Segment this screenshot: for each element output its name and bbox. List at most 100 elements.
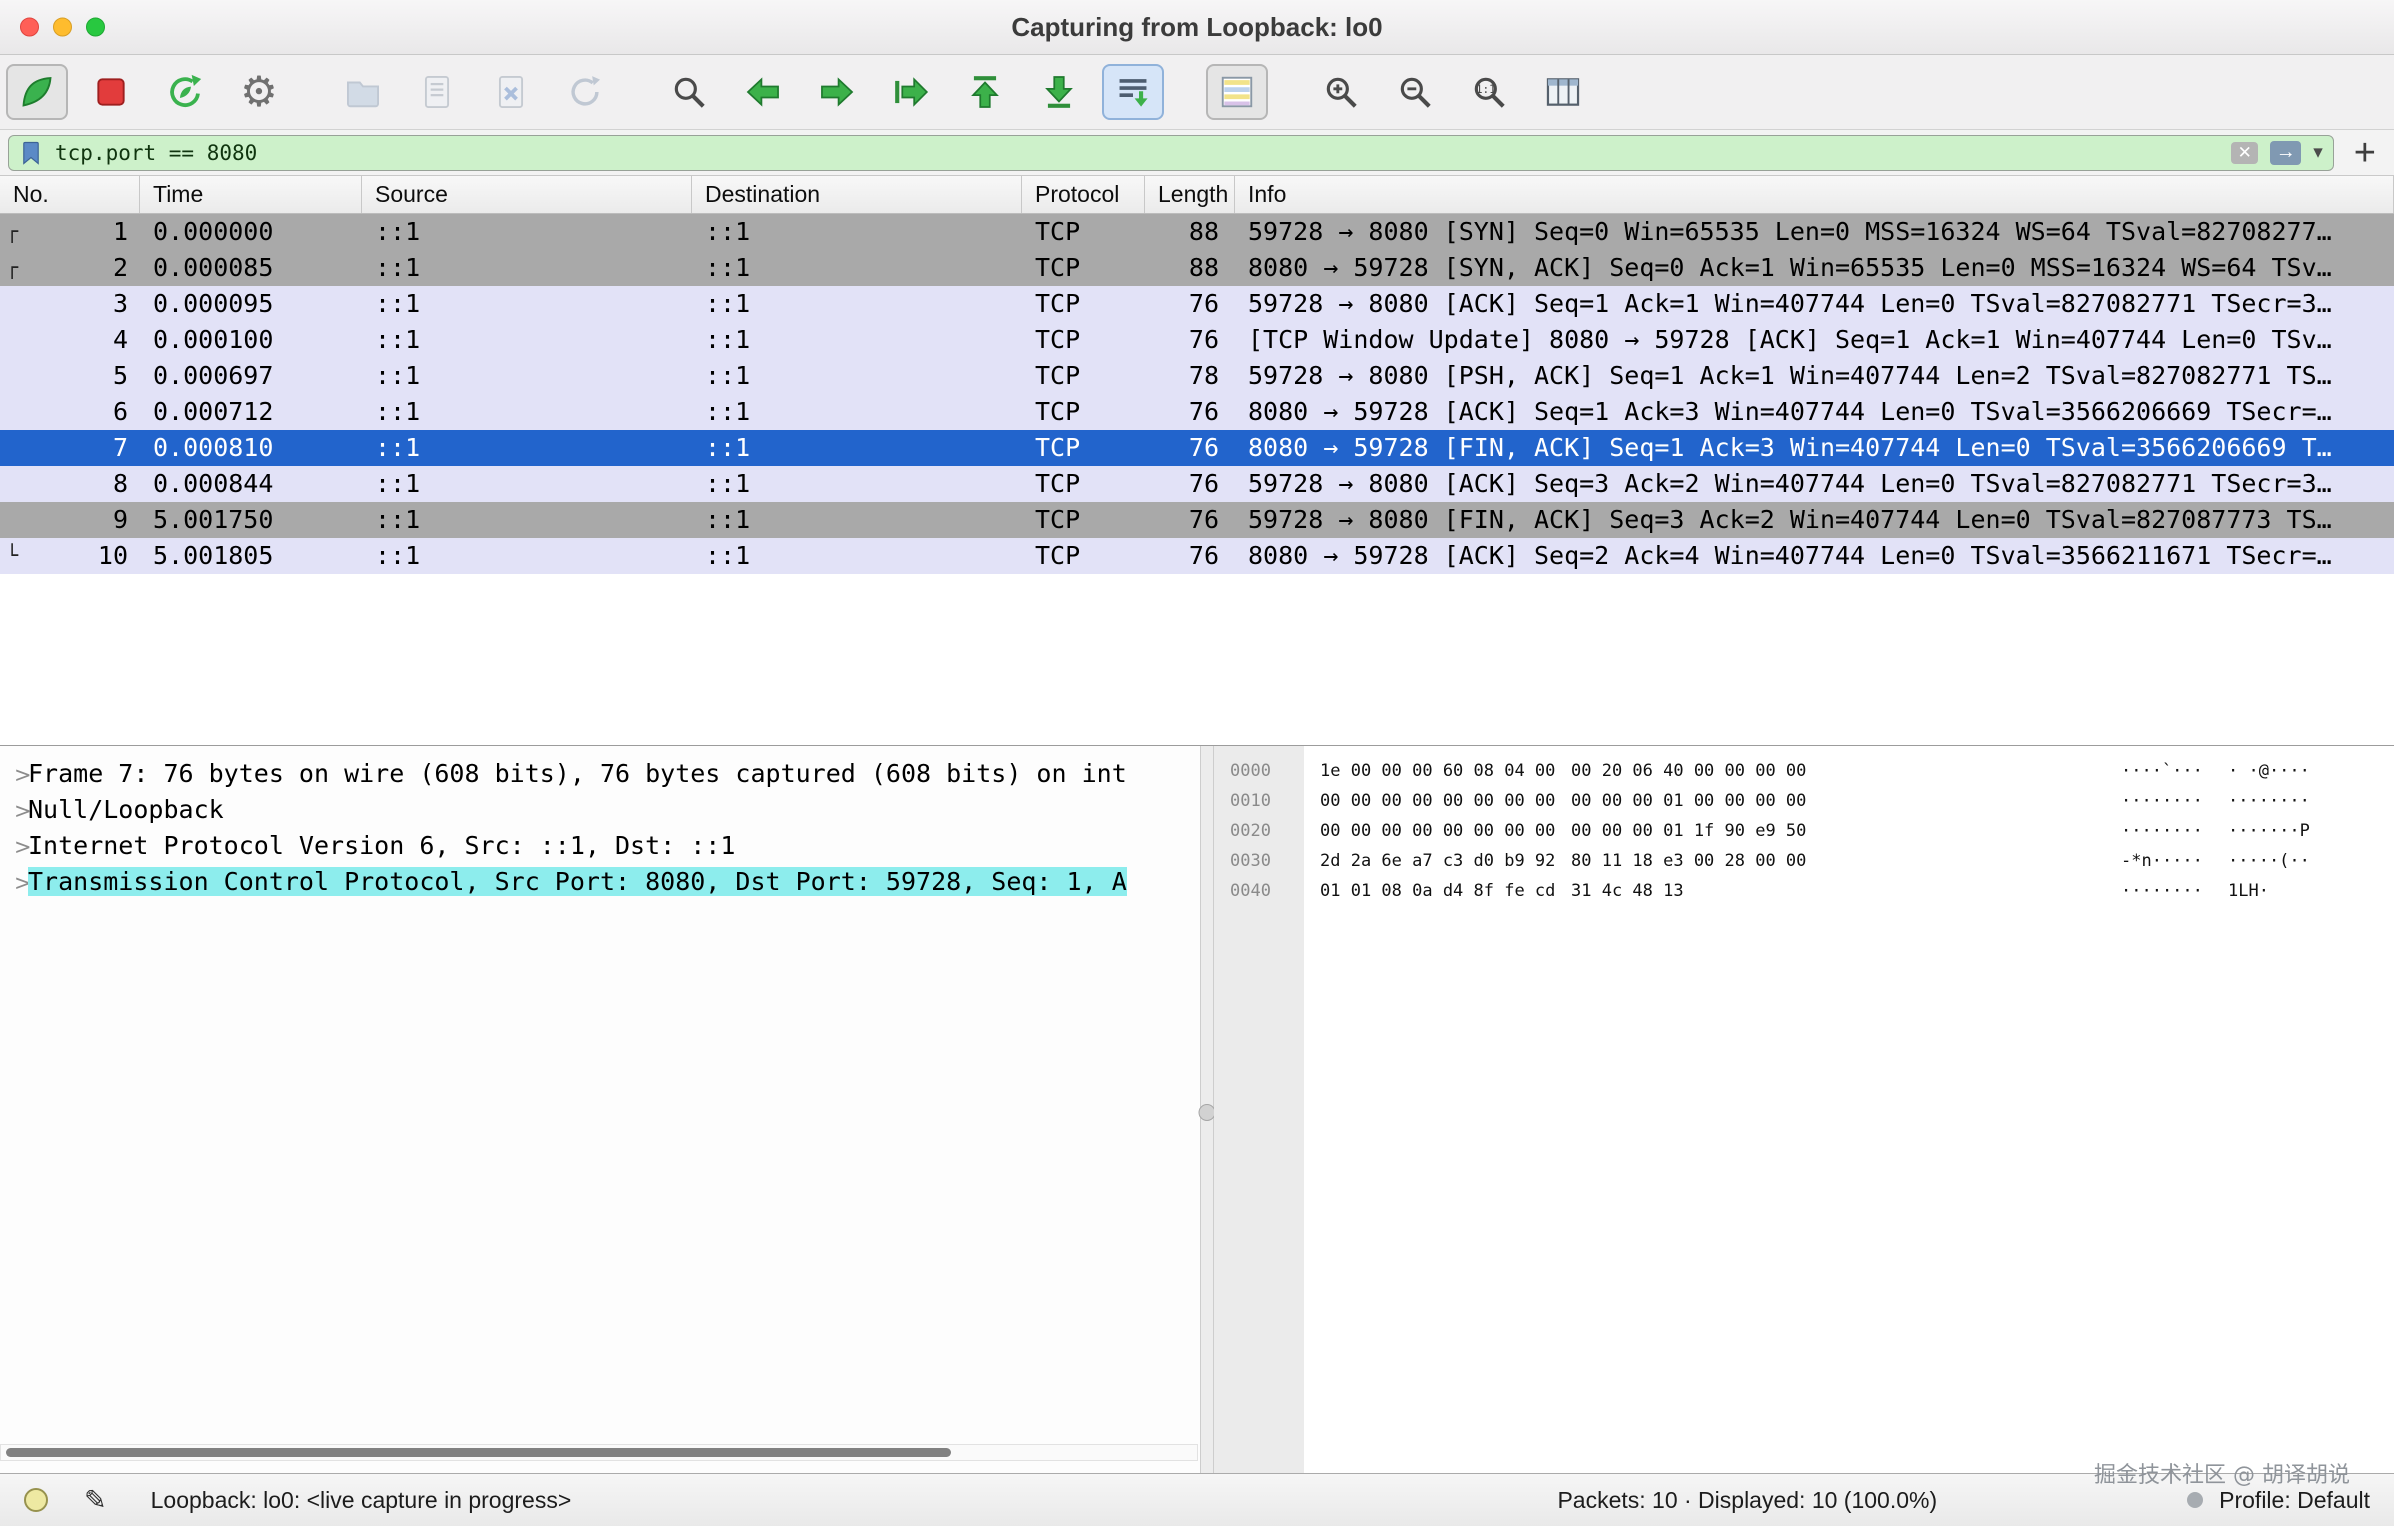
packet-cell-source: ::1 [362,250,692,286]
column-header-no[interactable]: No. [0,176,140,213]
status-bar: ✎ Loopback: lo0: <live capture in progre… [0,1473,2394,1526]
hex-hex1: 01 01 08 0a d4 8f fe cd [1320,876,1555,906]
colorize-toggle-button[interactable] [1206,64,1268,120]
packet-cell-info: 59728 → 8080 [ACK] Seq=3 Ack=2 Win=40774… [1235,466,2394,502]
packet-cell-info: 59728 → 8080 [SYN] Seq=0 Win=65535 Len=0… [1235,214,2394,250]
conversation-marker: ┌ [6,214,18,248]
hex-row[interactable]: 004001 01 08 0a d4 8f fe cd31 4c 48 13··… [1214,876,2394,906]
wireshark-window: Capturing from Loopback: lo0 ⚙1:1 ✕ → ▾ … [0,0,2394,1526]
hex-rows: 00001e 00 00 00 60 08 04 0000 20 06 40 0… [1214,756,2394,906]
zoom-in-button[interactable] [1310,64,1372,120]
column-header-info[interactable]: Info [1235,176,2394,213]
packet-row[interactable]: └105.001805::1::1TCP768080 → 59728 [ACK]… [0,538,2394,574]
expand-chevron-icon[interactable]: > [0,757,28,792]
go-forward-button[interactable] [806,64,868,120]
detail-line[interactable]: >Frame 7: 76 bytes on wire (608 bits), 7… [0,756,1200,792]
packet-cell-protocol: TCP [1022,466,1145,502]
stop-capture-button[interactable] [80,64,142,120]
save-capture-file-button[interactable] [406,64,468,120]
column-header-time[interactable]: Time [140,176,362,213]
close-capture-file-icon [492,73,530,111]
watermark-dot-icon [2187,1492,2203,1508]
close-capture-file-button[interactable] [480,64,542,120]
hex-hex1: 00 00 00 00 00 00 00 00 [1320,816,1555,846]
hex-hex2: 00 20 06 40 00 00 00 00 [1571,756,1806,786]
detail-line[interactable]: >Null/Loopback [0,792,1200,828]
column-header-source[interactable]: Source [362,176,692,213]
display-filter-field[interactable]: ✕ → ▾ [8,135,2334,171]
hex-row[interactable]: 002000 00 00 00 00 00 00 0000 00 00 01 1… [1214,816,2394,846]
hex-row[interactable]: 00001e 00 00 00 60 08 04 0000 20 06 40 0… [1214,756,2394,786]
column-header-destination[interactable]: Destination [692,176,1022,213]
filter-apply-icon[interactable]: → [2270,141,2301,165]
hex-ascii2: ·······P [2228,816,2310,846]
packet-row[interactable]: 95.001750::1::1TCP7659728 → 8080 [FIN, A… [0,502,2394,538]
find-packet-button[interactable] [658,64,720,120]
zoom-out-button[interactable] [1384,64,1446,120]
packet-cell-protocol: TCP [1022,538,1145,574]
auto-scroll-toggle-button[interactable] [1102,64,1164,120]
packet-row[interactable]: 50.000697::1::1TCP7859728 → 8080 [PSH, A… [0,358,2394,394]
pane-splitter[interactable] [1200,746,1214,1473]
close-window-button[interactable] [20,18,39,37]
display-filter-input[interactable] [55,141,2231,165]
hex-offset: 0030 [1230,846,1271,876]
titlebar: Capturing from Loopback: lo0 [0,0,2394,55]
packet-rows: ┌10.000000::1::1TCP8859728 → 8080 [SYN] … [0,214,2394,745]
capture-options-button[interactable]: ⚙ [228,64,290,120]
minimize-window-button[interactable] [53,18,72,37]
go-back-button[interactable] [732,64,794,120]
details-horizontal-scrollbar[interactable] [0,1444,1198,1461]
detail-line-text: Frame 7: 76 bytes on wire (608 bits), 76… [28,759,1127,788]
detail-line[interactable]: >Transmission Control Protocol, Src Port… [0,864,1200,900]
capture-comment-icon[interactable]: ✎ [84,1485,107,1516]
filter-add-button[interactable]: + [2354,134,2376,172]
restart-capture-button[interactable] [154,64,216,120]
packet-cell-length: 76 [1145,394,1235,430]
go-to-packet-button[interactable] [880,64,942,120]
details-scrollbar-thumb[interactable] [6,1448,951,1457]
column-header-protocol[interactable]: Protocol [1022,176,1145,213]
packet-row[interactable]: 60.000712::1::1TCP768080 → 59728 [ACK] S… [0,394,2394,430]
expand-chevron-icon[interactable]: > [0,865,28,900]
hex-row[interactable]: 00302d 2a 6e a7 c3 d0 b9 9280 11 18 e3 0… [1214,846,2394,876]
column-header-length[interactable]: Length [1145,176,1235,213]
packet-cell-length: 76 [1145,430,1235,466]
hex-ascii2: 1LH· [2228,876,2269,906]
filter-bookmark-icon[interactable] [19,140,43,166]
detail-line[interactable]: >Internet Protocol Version 6, Src: ::1, … [0,828,1200,864]
packet-row[interactable]: 30.000095::1::1TCP7659728 → 8080 [ACK] S… [0,286,2394,322]
filter-clear-icon[interactable]: ✕ [2231,142,2258,164]
packet-row[interactable]: ┌10.000000::1::1TCP8859728 → 8080 [SYN] … [0,214,2394,250]
expand-chevron-icon[interactable]: > [0,829,28,864]
go-to-last-packet-button[interactable] [1028,64,1090,120]
start-capture-button[interactable] [6,64,68,120]
packet-cell-time: 5.001750 [140,502,362,538]
packet-row[interactable]: ┌20.000085::1::1TCP888080 → 59728 [SYN, … [0,250,2394,286]
detail-lines: >Frame 7: 76 bytes on wire (608 bits), 7… [0,756,1200,900]
go-to-first-packet-button[interactable] [954,64,1016,120]
packet-cell-destination: ::1 [692,466,1022,502]
hex-offset: 0000 [1230,756,1271,786]
zoom-reset-button[interactable]: 1:1 [1458,64,1520,120]
conversation-marker: ┌ [6,250,18,284]
packet-row[interactable]: 80.000844::1::1TCP7659728 → 8080 [ACK] S… [0,466,2394,502]
expand-chevron-icon[interactable]: > [0,793,28,828]
packet-row[interactable]: 70.000810::1::1TCP768080 → 59728 [FIN, A… [0,430,2394,466]
reload-capture-file-button[interactable] [554,64,616,120]
filter-dropdown-icon[interactable]: ▾ [2313,141,2323,164]
open-capture-file-button[interactable] [332,64,394,120]
detail-line-text: Null/Loopback [28,795,224,824]
profile-button[interactable]: Profile: Default [2219,1487,2370,1514]
expert-info-icon[interactable] [24,1488,48,1512]
resize-columns-button[interactable] [1532,64,1594,120]
go-to-packet-icon [892,73,930,111]
packet-cell-info: [TCP Window Update] 8080 → 59728 [ACK] S… [1235,322,2394,358]
fullscreen-window-button[interactable] [86,18,105,37]
packet-row[interactable]: 40.000100::1::1TCP76[TCP Window Update] … [0,322,2394,358]
hex-row[interactable]: 001000 00 00 00 00 00 00 0000 00 00 01 0… [1214,786,2394,816]
splitter-handle[interactable] [1199,1104,1216,1121]
window-title: Capturing from Loopback: lo0 [0,0,2394,54]
packet-cell-time: 5.001805 [140,538,362,574]
packet-list: No. Time Source Destination Protocol Len… [0,176,2394,745]
